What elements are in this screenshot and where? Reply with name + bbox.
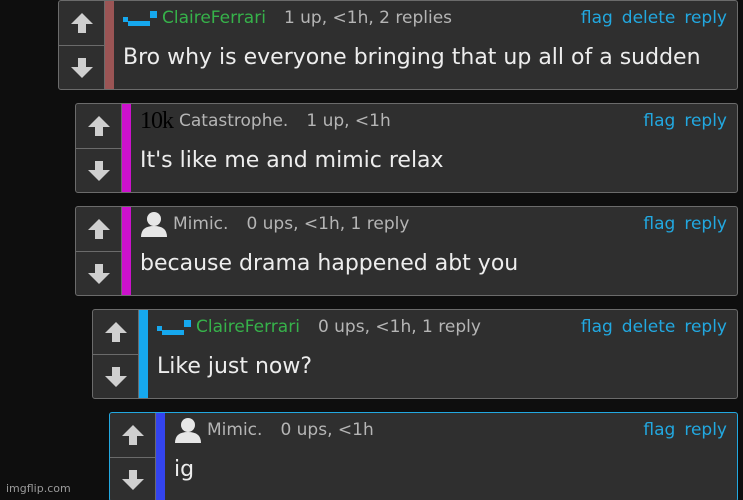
comment-actions: flag delete reply [581, 317, 727, 337]
arrow-up-icon [87, 217, 111, 241]
downvote-button[interactable] [76, 149, 121, 192]
flag-link[interactable]: flag [581, 8, 613, 28]
upvote-button[interactable] [76, 104, 121, 149]
comment-actions: flag reply [643, 420, 727, 440]
reply-link[interactable]: reply [684, 111, 727, 131]
comment-text: ig [174, 457, 195, 482]
comment: ClaireFerrari 1 up, <1h, 2 replies flag del… [58, 0, 738, 90]
comment-actions: flag delete reply [581, 8, 727, 28]
thread-indicator-bar [139, 310, 148, 398]
arrow-down-icon [104, 365, 128, 389]
arrow-up-icon [121, 423, 145, 447]
delete-link[interactable]: delete [622, 317, 676, 337]
downvote-button[interactable] [93, 355, 138, 398]
username-link[interactable]: Mimic. [173, 214, 228, 234]
downvote-button[interactable] [110, 458, 155, 500]
flag-link[interactable]: flag [643, 111, 675, 131]
reply-link[interactable]: reply [684, 317, 727, 337]
vote-column [59, 1, 105, 89]
reply-link[interactable]: reply [684, 8, 727, 28]
vote-column [76, 104, 122, 192]
vote-column [76, 207, 122, 295]
upvote-button[interactable] [93, 310, 138, 355]
comment-meta: 0 ups, <1h, 1 reply [317, 317, 481, 337]
arrow-down-icon [87, 262, 111, 286]
comment-meta: 0 ups, <1h [280, 420, 374, 440]
upvote-button[interactable] [59, 1, 104, 46]
comment-meta: 0 ups, <1h, 1 reply [246, 214, 410, 234]
username-link[interactable]: ClaireFerrari [196, 317, 300, 337]
arrow-up-icon [104, 320, 128, 344]
comment-meta: 1 up, <1h [306, 111, 391, 131]
comment: 10k Catastrophe. 1 up, <1h flag reply It's l… [75, 103, 738, 193]
comment-header: 10k Catastrophe. 1 up, <1h flag reply [140, 108, 727, 134]
downvote-button[interactable] [76, 252, 121, 295]
reply-link[interactable]: reply [684, 420, 727, 440]
arrow-up-icon [70, 11, 94, 35]
mod-badge-icon [123, 9, 157, 27]
thread-indicator-bar [122, 104, 131, 192]
comment-text: because drama happened abt you [140, 251, 519, 276]
thread-indicator-bar [122, 207, 131, 295]
arrow-down-icon [70, 56, 94, 80]
arrow-up-icon [87, 114, 111, 138]
comment-actions: flag reply [643, 111, 727, 131]
username-link[interactable]: Mimic. [207, 420, 262, 440]
comment-actions: flag reply [643, 214, 727, 234]
comment-text: Bro why is everyone bringing that up all… [123, 45, 701, 70]
username-link[interactable]: Catastrophe. [179, 111, 288, 131]
vote-column [110, 413, 156, 500]
mod-badge-icon [157, 318, 191, 336]
delete-link[interactable]: delete [622, 8, 676, 28]
upvote-button[interactable] [110, 413, 155, 458]
username-link[interactable]: ClaireFerrari [162, 8, 266, 28]
comment-header: Mimic. 0 ups, <1h, 1 reply flag reply [140, 211, 727, 237]
reply-link[interactable]: reply [684, 214, 727, 234]
flag-link[interactable]: flag [643, 214, 675, 234]
default-avatar-icon [174, 417, 202, 443]
user-badge: 10k [140, 108, 174, 134]
default-avatar-icon [140, 211, 168, 237]
watermark: imgflip.com [6, 482, 71, 495]
comment: Mimic. 0 ups, <1h flag reply ig [109, 412, 738, 500]
comment-header: ClaireFerrari 0 ups, <1h, 1 reply flag dele… [157, 314, 727, 340]
comment-text: It's like me and mimic relax [140, 148, 444, 173]
vote-column [93, 310, 139, 398]
comment-meta: 1 up, <1h, 2 replies [283, 8, 453, 28]
comment-header: Mimic. 0 ups, <1h flag reply [174, 417, 727, 443]
flag-link[interactable]: flag [581, 317, 613, 337]
flag-link[interactable]: flag [643, 420, 675, 440]
comment: ClaireFerrari 0 ups, <1h, 1 reply flag dele… [92, 309, 738, 399]
comment-thread: ClaireFerrari 1 up, <1h, 2 replies flag del… [0, 0, 743, 500]
thread-indicator-bar [156, 413, 165, 500]
arrow-down-icon [121, 468, 145, 492]
arrow-down-icon [87, 159, 111, 183]
comment-header: ClaireFerrari 1 up, <1h, 2 replies flag del… [123, 5, 727, 31]
comment-text: Like just now? [157, 354, 313, 379]
downvote-button[interactable] [59, 46, 104, 89]
comment: Mimic. 0 ups, <1h, 1 reply flag reply becau… [75, 206, 738, 296]
upvote-button[interactable] [76, 207, 121, 252]
thread-indicator-bar [105, 1, 114, 89]
